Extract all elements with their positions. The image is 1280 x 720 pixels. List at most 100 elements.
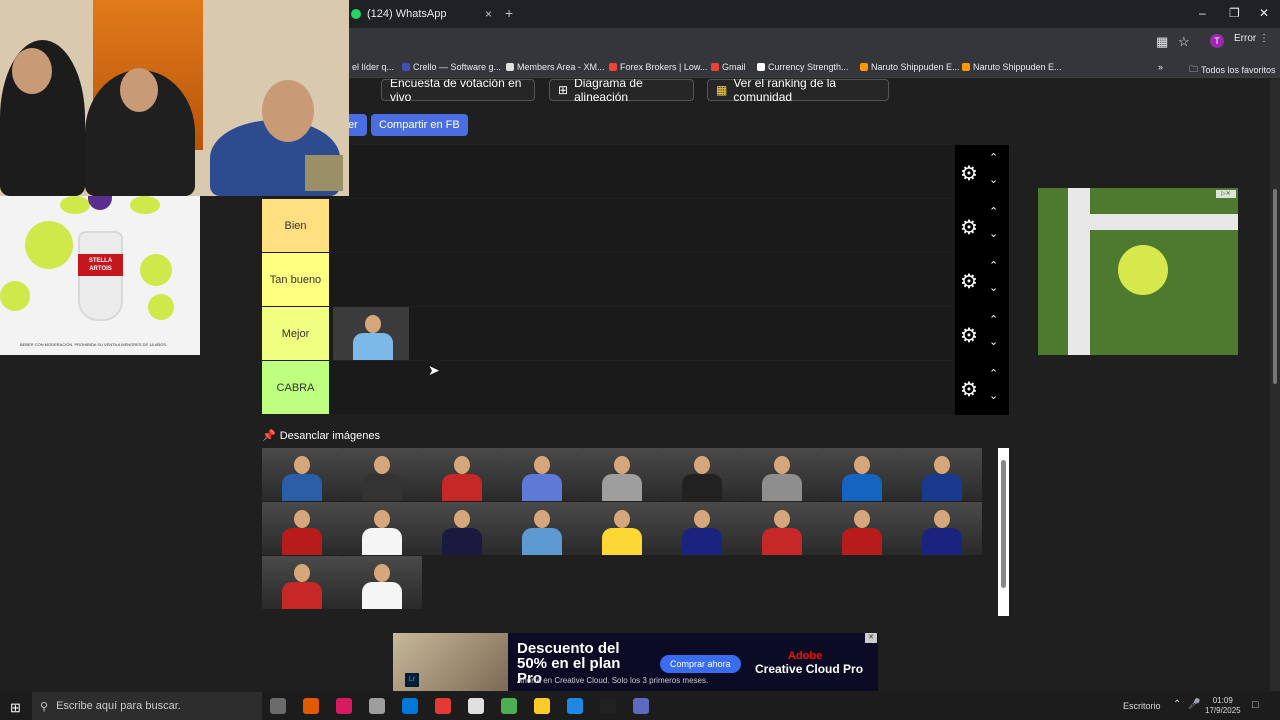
player-thumbnail[interactable] xyxy=(422,502,502,555)
gear-icon[interactable]: ⚙ xyxy=(960,161,978,186)
minimize-icon[interactable]: – xyxy=(1199,6,1206,20)
page-scrollbar[interactable] xyxy=(1270,79,1280,691)
taskbar-app-icon[interactable] xyxy=(402,698,418,714)
tray-up-icon[interactable]: ⌃ xyxy=(1173,699,1181,710)
ad-choices-icon[interactable]: ▷✕ xyxy=(1216,190,1236,198)
player-thumbnail[interactable] xyxy=(342,448,422,501)
taskbar-app-icon[interactable] xyxy=(633,698,649,714)
taskbar-search[interactable]: ⚲ Escribe aquí para buscar. xyxy=(32,692,262,720)
move-up-icon[interactable]: ⌃ xyxy=(989,151,998,164)
pool-scrollbar[interactable] xyxy=(998,448,1009,616)
tier-controls: ⚙ ⌃ ⌄ xyxy=(955,199,1009,253)
gear-icon[interactable]: ⚙ xyxy=(960,377,978,402)
bookmark-item[interactable]: Naruto Shippuden E... xyxy=(860,62,960,72)
live-poll-button[interactable]: Encuesta de votación en vivo xyxy=(381,79,535,104)
pool-scrollbar-thumb[interactable] xyxy=(1001,460,1006,588)
lineup-diagram-button[interactable]: ⊞ Diagrama de alineación xyxy=(549,79,694,104)
all-bookmarks[interactable]: 🗀 Todos los favoritos xyxy=(1189,62,1276,78)
taskbar-app-icon[interactable] xyxy=(303,698,319,714)
taskbar-app-icon[interactable] xyxy=(600,698,616,714)
move-down-icon[interactable]: ⌄ xyxy=(989,335,998,348)
profile-avatar[interactable]: T xyxy=(1210,34,1224,48)
clock[interactable]: 01:09 17/9/2025 xyxy=(1205,696,1241,716)
gear-icon[interactable]: ⚙ xyxy=(960,269,978,294)
unpin-images-toggle[interactable]: 📌 Desanclar imágenes xyxy=(262,429,380,443)
taskbar-app-icon[interactable] xyxy=(270,698,286,714)
taskbar-app-icon[interactable] xyxy=(534,698,550,714)
player-thumbnail[interactable] xyxy=(742,448,822,501)
player-thumbnail[interactable] xyxy=(422,448,502,501)
face xyxy=(120,68,158,112)
taskbar-app-icon[interactable] xyxy=(468,698,484,714)
player-thumbnail[interactable] xyxy=(902,502,982,555)
tier-label[interactable]: CABRA xyxy=(262,361,329,414)
player-thumbnail[interactable] xyxy=(262,448,342,501)
move-up-icon[interactable]: ⌃ xyxy=(989,367,998,380)
taskbar-app-icon[interactable] xyxy=(435,698,451,714)
player-head xyxy=(374,510,390,528)
move-down-icon[interactable]: ⌄ xyxy=(989,281,998,294)
restore-icon[interactable]: ❐ xyxy=(1229,6,1240,20)
player-thumbnail[interactable] xyxy=(342,556,422,609)
ad-buy-button[interactable]: Comprar ahora xyxy=(660,655,741,673)
move-down-icon[interactable]: ⌄ xyxy=(989,173,998,186)
tier-label[interactable]: Mejor xyxy=(262,307,329,360)
player-thumbnail[interactable] xyxy=(262,556,342,609)
court-line xyxy=(1068,214,1238,230)
player-thumbnail[interactable] xyxy=(662,448,742,501)
tier-label[interactable]: Tan bueno xyxy=(262,253,329,306)
player-thumbnail[interactable] xyxy=(502,448,582,501)
bookmark-item[interactable]: Naruto Shippuden E... xyxy=(962,62,1062,72)
ad-product: Creative Cloud Pro xyxy=(755,662,864,676)
ad-close-icon[interactable]: ✕ xyxy=(865,633,877,643)
microphone-icon[interactable]: 🎤 xyxy=(1188,699,1200,710)
bookmark-item[interactable]: Currency Strength... xyxy=(757,62,849,72)
new-tab-button[interactable]: + xyxy=(505,5,513,21)
player-thumbnail[interactable] xyxy=(902,448,982,501)
player-head xyxy=(614,456,630,474)
taskbar-app-icon[interactable] xyxy=(567,698,583,714)
bookmark-item[interactable]: Crello — Software g... xyxy=(402,62,501,72)
move-up-icon[interactable]: ⌃ xyxy=(989,259,998,272)
gear-icon[interactable]: ⚙ xyxy=(960,323,978,348)
move-down-icon[interactable]: ⌄ xyxy=(989,227,998,240)
close-window-icon[interactable]: ✕ xyxy=(1259,6,1269,20)
move-up-icon[interactable]: ⌃ xyxy=(989,313,998,326)
error-button[interactable]: Error ⋮ xyxy=(1234,33,1269,44)
notification-icon[interactable]: □ xyxy=(1252,699,1259,711)
tab-close-icon[interactable]: × xyxy=(485,7,492,21)
bookmark-star-icon[interactable]: ☆ xyxy=(1178,34,1190,50)
tennis-ad[interactable]: ▷✕ xyxy=(1038,188,1238,355)
bookmark-item[interactable]: Members Area - XM... xyxy=(506,62,605,72)
player-thumbnail[interactable] xyxy=(262,502,342,555)
gear-icon[interactable]: ⚙ xyxy=(960,215,978,240)
community-ranking-button[interactable]: ▦ Ver el ranking de la comunidad xyxy=(707,79,889,104)
player-thumbnail[interactable] xyxy=(582,502,662,555)
page-scrollbar-thumb[interactable] xyxy=(1273,189,1277,384)
player-thumbnail[interactable] xyxy=(742,502,822,555)
bookmarks-more-icon[interactable]: » xyxy=(1158,62,1163,72)
taskbar-app-icon[interactable] xyxy=(369,698,385,714)
bookmark-item[interactable]: el líder q... xyxy=(352,62,394,72)
desktop-label[interactable]: Escritorio xyxy=(1123,701,1161,711)
tennis-ball-icon xyxy=(148,294,174,320)
taskbar-app-icon[interactable] xyxy=(336,698,352,714)
taskbar-app-icon[interactable] xyxy=(501,698,517,714)
tab-whatsapp[interactable]: (124) WhatsApp × xyxy=(345,2,500,26)
player-thumbnail[interactable] xyxy=(822,448,902,501)
player-thumbnail[interactable] xyxy=(822,502,902,555)
move-down-icon[interactable]: ⌄ xyxy=(989,389,998,402)
tier-label[interactable]: Bien xyxy=(262,199,329,252)
player-thumbnail[interactable] xyxy=(502,502,582,555)
player-thumbnail[interactable] xyxy=(662,502,742,555)
bookmark-item[interactable]: Gmail xyxy=(711,62,746,72)
move-up-icon[interactable]: ⌃ xyxy=(989,205,998,218)
player-thumbnail[interactable] xyxy=(333,307,409,360)
player-thumbnail[interactable] xyxy=(582,448,662,501)
windows-start-icon[interactable]: ⊞ xyxy=(10,700,21,716)
translate-icon[interactable]: ▦ xyxy=(1156,34,1168,50)
bookmark-item[interactable]: Forex Brokers | Low... xyxy=(609,62,707,72)
adobe-ad[interactable]: Lr Descuento del 50% en el plan Pro Ahor… xyxy=(393,633,878,691)
player-thumbnail[interactable] xyxy=(342,502,422,555)
share-fb-button[interactable]: Compartir en FB xyxy=(371,114,468,136)
